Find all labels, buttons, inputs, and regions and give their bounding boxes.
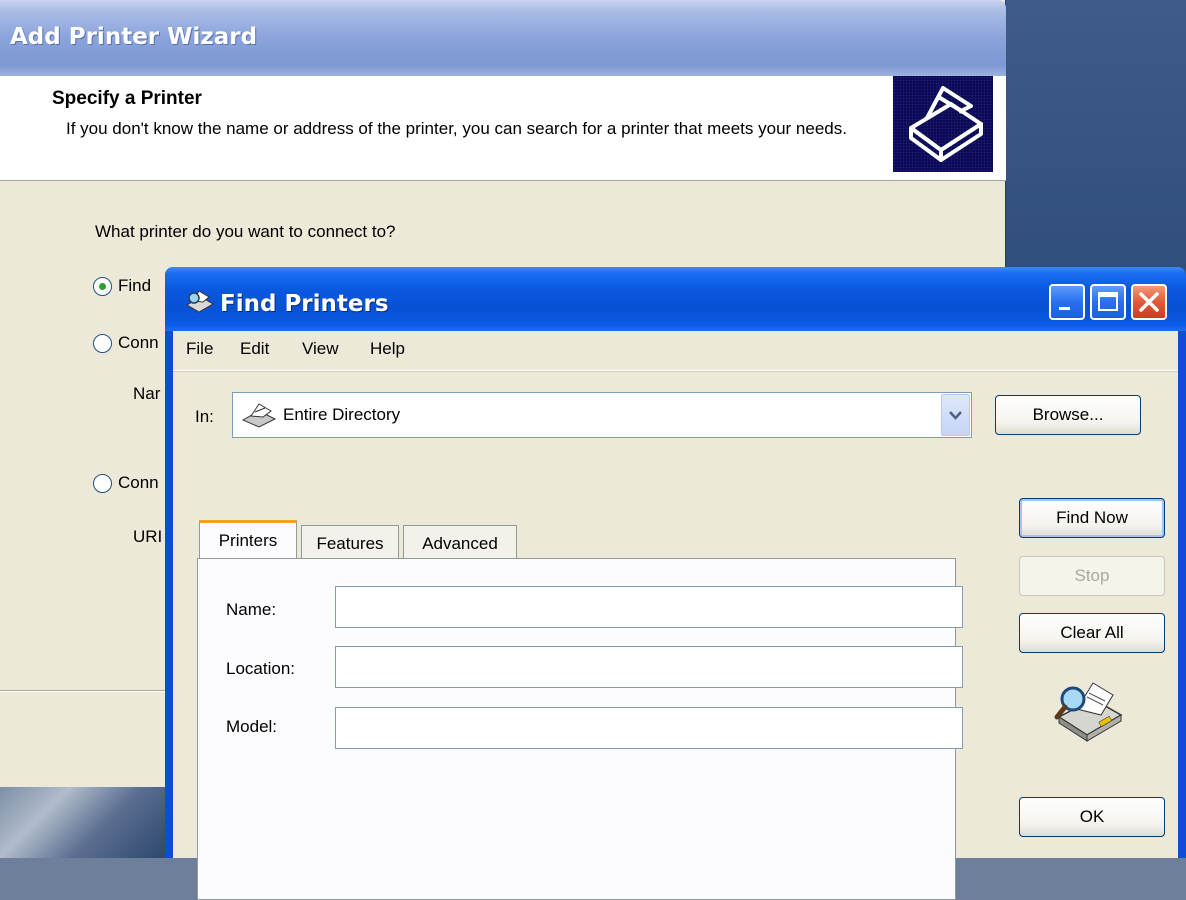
- wizard-header: Specify a Printer If you don't know the …: [0, 76, 1006, 181]
- radio-button[interactable]: [93, 474, 112, 494]
- chevron-down-icon: [949, 411, 962, 420]
- radio-connect-url[interactable]: Conn: [93, 473, 159, 494]
- clear-all-button[interactable]: Clear All: [1019, 613, 1165, 653]
- desktop-wallpaper-fragment: [0, 787, 165, 858]
- close-button[interactable]: [1131, 284, 1167, 320]
- radio-label: Conn: [118, 473, 159, 492]
- stop-button[interactable]: Stop: [1019, 556, 1165, 596]
- wizard-subtitle: If you don't know the name or address of…: [66, 119, 847, 138]
- in-directory-dropdown[interactable]: Entire Directory: [232, 392, 972, 438]
- menu-bar: File Edit View Help: [173, 331, 1178, 371]
- radio-label: Find: [118, 276, 152, 295]
- radio-connect-name[interactable]: Conn: [93, 333, 159, 354]
- wizard-title: Add Printer Wizard: [10, 24, 258, 50]
- maximize-icon: [1098, 292, 1118, 311]
- radio-label: Conn: [118, 333, 159, 352]
- url-label: URI: [133, 527, 163, 546]
- printers-tab-panel: Name: Location: Model:: [197, 558, 963, 900]
- wizard-heading: Specify a Printer: [52, 88, 202, 109]
- directory-icon: [241, 403, 277, 428]
- radio-find-printer[interactable]: Find: [93, 276, 152, 297]
- location-field-label: Location:: [226, 659, 295, 678]
- ok-button[interactable]: OK: [1019, 797, 1165, 837]
- find-titlebar[interactable]: Find Printers: [165, 267, 1186, 331]
- model-field[interactable]: [335, 707, 963, 749]
- find-printers-window: Find Printers File Edit View Help In: En…: [165, 267, 1186, 900]
- in-directory-value: Entire Directory: [283, 405, 401, 424]
- browse-button[interactable]: Browse...: [995, 395, 1141, 435]
- menu-edit[interactable]: Edit: [240, 339, 269, 359]
- minimize-icon: [1059, 307, 1070, 310]
- dropdown-arrow-button[interactable]: [941, 394, 970, 436]
- find-printer-icon: [186, 290, 214, 313]
- maximize-button[interactable]: [1090, 284, 1126, 320]
- radio-button[interactable]: [93, 334, 112, 354]
- radio-button-checked[interactable]: [93, 277, 112, 297]
- name-label: Nar: [133, 384, 161, 403]
- menu-view[interactable]: View: [302, 339, 339, 359]
- wizard-titlebar[interactable]: Add Printer Wizard: [0, 0, 1006, 76]
- printer-wizard-icon: [893, 76, 993, 172]
- menu-help[interactable]: Help: [370, 339, 405, 359]
- find-now-button[interactable]: Find Now: [1019, 498, 1165, 538]
- location-field[interactable]: [335, 646, 963, 688]
- menu-file[interactable]: File: [186, 339, 213, 359]
- find-client-area: File Edit View Help In: Entire Directory…: [173, 331, 1178, 900]
- name-field-label: Name:: [226, 600, 277, 619]
- find-title: Find Printers: [220, 291, 389, 317]
- wizard-question: What printer do you want to connect to?: [95, 222, 396, 241]
- close-icon: [1139, 292, 1159, 312]
- name-field[interactable]: [335, 586, 963, 628]
- minimize-button[interactable]: [1049, 284, 1085, 320]
- in-label: In:: [195, 407, 214, 426]
- search-printer-icon: [1054, 682, 1123, 742]
- model-field-label: Model:: [226, 717, 278, 736]
